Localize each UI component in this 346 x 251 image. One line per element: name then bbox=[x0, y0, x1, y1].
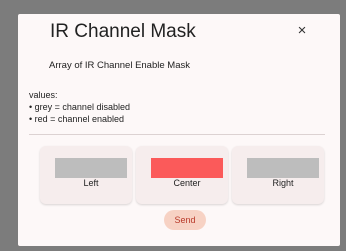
channel-toggle-center[interactable]: Center bbox=[136, 146, 228, 204]
channel-toggles: Left Center Right bbox=[40, 146, 330, 204]
divider bbox=[29, 134, 325, 135]
values-heading: values: bbox=[29, 90, 58, 100]
values-line-disabled: • grey = channel disabled bbox=[29, 102, 130, 112]
dialog-description: Array of IR Channel Enable Mask bbox=[49, 60, 190, 71]
channel-swatch-right bbox=[247, 158, 319, 178]
close-icon[interactable]: × bbox=[294, 23, 310, 39]
values-legend: values: • grey = channel disabled • red … bbox=[29, 89, 130, 125]
channel-swatch-left bbox=[55, 158, 127, 178]
channel-label-left: Left bbox=[83, 178, 99, 188]
channel-label-center: Center bbox=[173, 178, 201, 188]
channel-label-right: Right bbox=[272, 178, 294, 188]
values-line-enabled: • red = channel enabled bbox=[29, 114, 124, 124]
channel-swatch-center bbox=[151, 158, 223, 178]
dialog-title: IR Channel Mask bbox=[50, 21, 196, 42]
send-button[interactable]: Send bbox=[164, 210, 206, 230]
ir-channel-mask-dialog: IR Channel Mask × Array of IR Channel En… bbox=[18, 14, 340, 246]
channel-toggle-right[interactable]: Right bbox=[232, 146, 324, 204]
channel-toggle-left[interactable]: Left bbox=[40, 146, 132, 204]
